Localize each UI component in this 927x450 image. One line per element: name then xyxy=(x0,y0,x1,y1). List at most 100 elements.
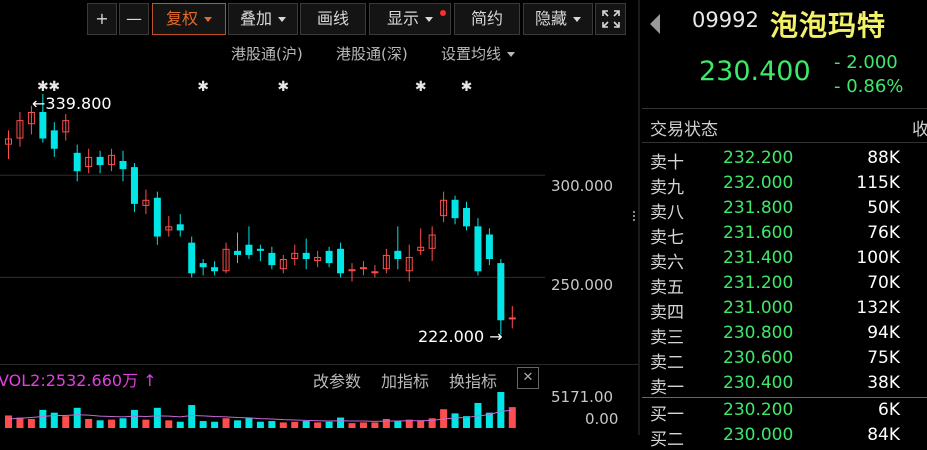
volume-bar xyxy=(27,418,35,428)
order-volume: 88K xyxy=(867,148,900,168)
order-book-row[interactable]: 卖一 230.400 38K xyxy=(650,373,927,398)
order-level-label: 买二 xyxy=(650,430,684,450)
order-book-row[interactable]: 卖三 230.800 94K xyxy=(650,323,927,348)
price-axis-label-250: 250.000 xyxy=(551,276,614,294)
collapse-left-icon[interactable] xyxy=(648,13,662,35)
candle-body xyxy=(325,250,333,264)
order-price: 231.400 xyxy=(723,248,794,268)
candle-body xyxy=(268,252,276,266)
candle-body xyxy=(474,226,482,272)
order-price: 232.000 xyxy=(723,173,794,193)
volume-separator xyxy=(0,364,638,365)
modify-params-button[interactable]: 改参数 xyxy=(313,368,361,392)
order-volume: 75K xyxy=(867,348,900,368)
add-indicator-button[interactable]: 加指标 xyxy=(381,368,429,392)
candle-body xyxy=(337,248,345,274)
candle-body xyxy=(211,267,219,272)
volume-bar xyxy=(176,421,184,428)
order-level-label: 卖三 xyxy=(650,328,684,348)
order-book-row[interactable]: 卖十 232.200 88K xyxy=(650,148,927,173)
change-indicator-button[interactable]: 换指标 xyxy=(449,368,497,392)
candle-body xyxy=(119,160,127,170)
volume-ma-line xyxy=(8,409,513,422)
candle-body xyxy=(234,250,241,255)
stock-code: 09992 xyxy=(692,8,759,32)
volume-bar xyxy=(348,423,356,428)
volume-bar xyxy=(394,421,402,428)
high-value: 339.800 xyxy=(45,94,112,113)
volume-bar xyxy=(5,415,12,428)
volume-bar xyxy=(222,418,230,428)
high-arrow: ← xyxy=(32,94,46,113)
volume-bar xyxy=(39,409,47,428)
volume-bar xyxy=(279,422,287,428)
volume-bar xyxy=(371,422,379,428)
event-marker: ✱ xyxy=(415,79,427,95)
order-level-label: 卖六 xyxy=(650,253,684,273)
volume-bar xyxy=(291,421,299,428)
volume-bar xyxy=(96,420,104,428)
high-annotation: ←339.800 xyxy=(32,94,112,113)
candle-body xyxy=(371,271,379,274)
order-price: 232.200 xyxy=(723,148,794,168)
volume-bar xyxy=(16,417,24,428)
candle-body xyxy=(256,248,264,251)
volume-bar xyxy=(256,421,264,428)
candle-body xyxy=(485,234,493,260)
order-level-label: 卖八 xyxy=(650,203,684,223)
low-value: 222.000 xyxy=(418,327,485,346)
order-book-row[interactable]: 卖九 232.000 115K xyxy=(650,173,927,198)
candle-body xyxy=(508,317,516,320)
price-change: - 2.000 xyxy=(834,52,898,73)
close-indicator-button[interactable]: ✕ xyxy=(517,367,539,389)
order-price: 230.400 xyxy=(723,373,794,393)
volume-bar xyxy=(199,421,207,428)
volume-bar xyxy=(451,413,459,428)
order-price: 231.000 xyxy=(723,298,794,318)
volume-bar xyxy=(382,418,390,428)
volume-bar xyxy=(325,421,333,428)
event-marker: ✱ xyxy=(461,79,473,95)
volume-bar xyxy=(211,421,219,428)
order-level-label: 卖五 xyxy=(650,278,684,298)
candle-body xyxy=(451,199,459,219)
volume-bar xyxy=(234,420,241,428)
candle-body xyxy=(50,130,58,149)
order-book-row[interactable]: 卖五 231.200 70K xyxy=(650,273,927,298)
order-volume: 76K xyxy=(867,223,900,243)
splitter-handle[interactable] xyxy=(632,210,636,224)
order-price: 231.800 xyxy=(723,198,794,218)
order-book-row[interactable]: 买二 230.000 84K xyxy=(650,425,927,450)
candle-body xyxy=(497,263,505,321)
order-price: 230.000 xyxy=(723,425,794,445)
order-price: 231.200 xyxy=(723,273,794,293)
order-volume: 132K xyxy=(856,298,900,318)
vol-indicator-text: VOL2:2532.660万 ↑ xyxy=(0,371,157,390)
order-level-label: 卖四 xyxy=(650,303,684,323)
volume-bar xyxy=(153,407,161,428)
volume-bar xyxy=(337,417,345,428)
order-book-row[interactable]: 卖二 230.600 75K xyxy=(650,348,927,373)
order-price: 231.600 xyxy=(723,223,794,243)
volume-bar xyxy=(85,418,93,428)
price-change-pct: - 0.86% xyxy=(834,76,904,97)
volume-axis-top: 5171.00 xyxy=(551,388,614,406)
order-book-row[interactable]: 卖六 231.400 100K xyxy=(650,248,927,273)
cut-label: 收 xyxy=(912,120,927,140)
volume-bar xyxy=(245,417,253,428)
candle-body xyxy=(199,263,207,268)
price-axis-label-300: 300.000 xyxy=(551,177,614,195)
volume-bar xyxy=(119,418,127,428)
volume-bar xyxy=(359,422,367,428)
order-book-row[interactable]: 买一 230.200 6K xyxy=(650,400,927,425)
order-book-row[interactable]: 卖八 231.800 50K xyxy=(650,198,927,223)
order-book-row[interactable]: 卖七 231.600 76K xyxy=(650,223,927,248)
volume-bar xyxy=(108,419,116,428)
order-level-label: 买一 xyxy=(650,405,684,425)
order-book-row[interactable]: 卖四 231.000 132K xyxy=(650,298,927,323)
header-separator xyxy=(642,108,927,109)
event-marker: ✱ xyxy=(48,79,60,95)
order-price: 230.200 xyxy=(723,400,794,420)
volume-bar xyxy=(142,419,150,428)
order-volume: 94K xyxy=(867,323,900,343)
